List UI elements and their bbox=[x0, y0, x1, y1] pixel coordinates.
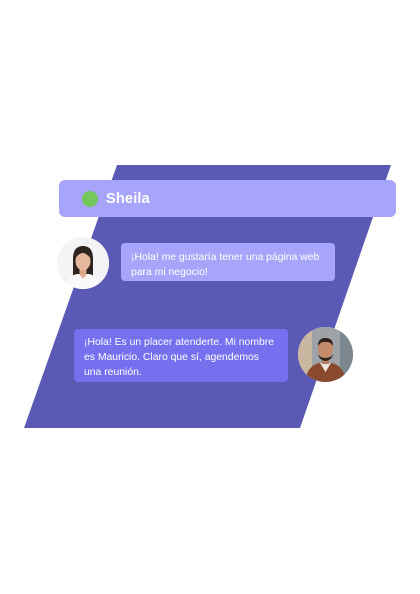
message-bubble-incoming: ¡Hola! me gustaría tener una página web … bbox=[121, 243, 335, 281]
woman-avatar-icon bbox=[57, 237, 109, 289]
chat-illustration: Sheila ¡Hola! me gustaría tener una pági… bbox=[0, 0, 420, 594]
man-avatar-icon bbox=[298, 327, 353, 382]
message-text: ¡Hola! Es un placer atenderte. Mi nombre… bbox=[84, 337, 275, 378]
sheila-avatar bbox=[57, 237, 109, 289]
message-text: ¡Hola! me gustaría tener una página web … bbox=[131, 252, 320, 278]
parallelogram-backdrop bbox=[24, 165, 391, 428]
contact-name: Sheila bbox=[106, 190, 150, 207]
online-status-icon bbox=[82, 190, 98, 207]
chat-header: Sheila bbox=[59, 180, 396, 217]
message-bubble-outgoing: ¡Hola! Es un placer atenderte. Mi nombre… bbox=[74, 329, 288, 382]
mauricio-avatar bbox=[298, 327, 353, 382]
